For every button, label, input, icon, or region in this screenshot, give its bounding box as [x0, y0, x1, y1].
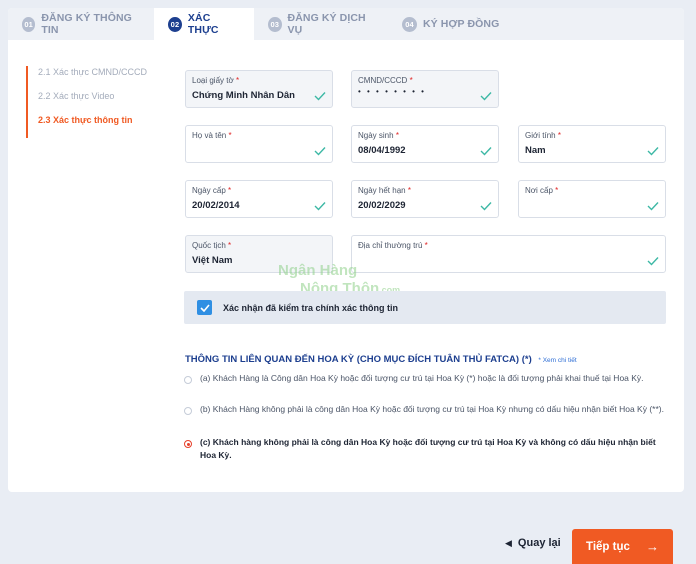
- required-mark: *: [228, 241, 232, 250]
- check-icon: [480, 92, 492, 101]
- check-icon: [480, 147, 492, 156]
- date-of-birth-field[interactable]: Ngày sinh * 08/04/1992: [351, 125, 499, 163]
- tab-label: ĐĂNG KÝ THÔNG TIN: [41, 12, 132, 36]
- fatca-option-b[interactable]: (b) Khách Hàng không phải là công dân Ho…: [184, 403, 664, 416]
- required-mark: *: [424, 241, 428, 250]
- issue-date-field[interactable]: Ngày cấp * 20/02/2014: [185, 180, 333, 218]
- fatca-option-text: (c) Khách hàng không phải là công dân Ho…: [200, 437, 656, 460]
- gender-field[interactable]: Giới tính * Nam: [518, 125, 666, 163]
- field-label: Nơi cấp: [525, 186, 553, 195]
- tab-label: XÁC THỰC: [187, 12, 219, 36]
- field-label: CMND/CCCD: [358, 76, 408, 85]
- required-mark: *: [395, 131, 399, 140]
- field-label: Giới tính: [525, 131, 556, 140]
- fatca-details-link[interactable]: * Xem chi tiết: [538, 357, 576, 364]
- chevron-left-icon: ◀: [505, 537, 512, 548]
- check-icon: [314, 147, 326, 156]
- field-value: 08/04/1992: [358, 145, 406, 156]
- check-icon: [314, 92, 326, 101]
- field-value: Việt Nam: [192, 255, 233, 266]
- field-label: Địa chỉ thường trú: [358, 241, 423, 250]
- tab-register-info[interactable]: 01 ĐĂNG KÝ THÔNG TIN: [8, 8, 154, 40]
- sub-steps: 2.1 Xác thực CMND/CCCD 2.2 Xác thực Vide…: [26, 66, 156, 138]
- step-video-verification[interactable]: 2.2 Xác thực Video: [38, 90, 156, 114]
- required-mark: *: [228, 131, 232, 140]
- check-icon: [647, 257, 659, 266]
- check-icon: [647, 202, 659, 211]
- issue-place-field[interactable]: Nơi cấp *: [518, 180, 666, 218]
- required-mark: *: [409, 76, 413, 85]
- radio-button-selected[interactable]: [184, 440, 192, 448]
- required-mark: *: [557, 131, 561, 140]
- watermark-line1: Ngân Hàng: [278, 262, 358, 279]
- check-icon: [647, 147, 659, 156]
- tab-number: 03: [268, 16, 282, 32]
- field-label: Loại giấy tờ: [192, 76, 234, 85]
- id-number-field[interactable]: CMND/CCCD * • • • • • • • •: [351, 70, 499, 108]
- continue-label: Tiếp tục: [586, 540, 630, 553]
- confirm-info-row[interactable]: Xác nhận đã kiểm tra chính xác thông tin: [184, 291, 666, 324]
- fatca-option-text: (b) Khách Hàng không phải là công dân Ho…: [200, 404, 664, 414]
- full-name-field[interactable]: Họ và tên *: [185, 125, 333, 163]
- field-label: Ngày hết hạn: [358, 186, 406, 195]
- tab-verification[interactable]: 02 XÁC THỰC: [154, 8, 254, 40]
- tab-label: ĐĂNG KÝ DỊCH VỤ: [287, 12, 366, 36]
- checkmark-icon: [199, 303, 210, 312]
- progress-tabs: 01 ĐĂNG KÝ THÔNG TIN 02 XÁC THỰC 03 ĐĂNG…: [8, 8, 684, 40]
- arrow-right-icon: →: [646, 539, 659, 554]
- confirm-label: Xác nhận đã kiểm tra chính xác thông tin: [223, 302, 399, 313]
- fatca-section-title: THÔNG TIN LIÊN QUAN ĐẾN HOA KỲ (CHO MỤC …: [185, 354, 577, 365]
- fatca-option-text: (a) Khách Hàng là Công dân Hoa Kỳ hoặc đ…: [200, 373, 644, 383]
- tab-label: KÝ HỢP ĐỒNG: [423, 18, 500, 30]
- fatca-option-c[interactable]: (c) Khách hàng không phải là công dân Ho…: [184, 436, 664, 462]
- radio-button[interactable]: [184, 376, 192, 384]
- back-button[interactable]: ◀ Quay lại: [505, 537, 561, 549]
- continue-button[interactable]: Tiếp tục →: [572, 529, 673, 564]
- field-value: 20/02/2014: [192, 200, 240, 211]
- required-mark: *: [555, 186, 559, 195]
- expiry-date-field[interactable]: Ngày hết hạn * 20/02/2029: [351, 180, 499, 218]
- form-card: 01 ĐĂNG KÝ THÔNG TIN 02 XÁC THỰC 03 ĐĂNG…: [8, 8, 684, 492]
- tab-number: 04: [402, 16, 417, 32]
- tab-sign-contract[interactable]: 04 KÝ HỢP ĐỒNG: [388, 8, 518, 40]
- back-label: Quay lại: [517, 537, 561, 549]
- check-icon: [314, 202, 326, 211]
- required-mark: *: [228, 186, 232, 195]
- check-icon: [480, 202, 492, 211]
- field-label: Họ và tên: [192, 131, 227, 140]
- field-value: 20/02/2029: [358, 200, 406, 211]
- field-value: Nam: [525, 145, 546, 156]
- radio-button[interactable]: [184, 407, 192, 415]
- fatca-option-a[interactable]: (a) Khách Hàng là Công dân Hoa Kỳ hoặc đ…: [184, 372, 664, 385]
- fatca-title-text: THÔNG TIN LIÊN QUAN ĐẾN HOA KỲ (CHO MỤC …: [185, 354, 532, 365]
- tab-number: 01: [22, 16, 36, 32]
- confirm-checkbox[interactable]: [197, 300, 212, 315]
- field-label: Ngày sinh: [358, 131, 394, 140]
- step-info-verification[interactable]: 2.3 Xác thực thông tin: [38, 114, 156, 138]
- tab-number: 02: [168, 16, 182, 32]
- required-mark: *: [407, 186, 411, 195]
- step-id-verification[interactable]: 2.1 Xác thực CMND/CCCD: [38, 66, 156, 90]
- field-value-masked: • • • • • • • •: [358, 87, 426, 96]
- field-value: Chứng Minh Nhân Dân: [192, 90, 295, 101]
- id-type-field[interactable]: Loại giấy tờ * Chứng Minh Nhân Dân: [185, 70, 333, 108]
- field-label: Ngày cấp: [192, 186, 226, 195]
- tab-register-service[interactable]: 03 ĐĂNG KÝ DỊCH VỤ: [254, 8, 388, 40]
- field-label: Quốc tịch: [192, 241, 226, 250]
- required-mark: *: [235, 76, 240, 85]
